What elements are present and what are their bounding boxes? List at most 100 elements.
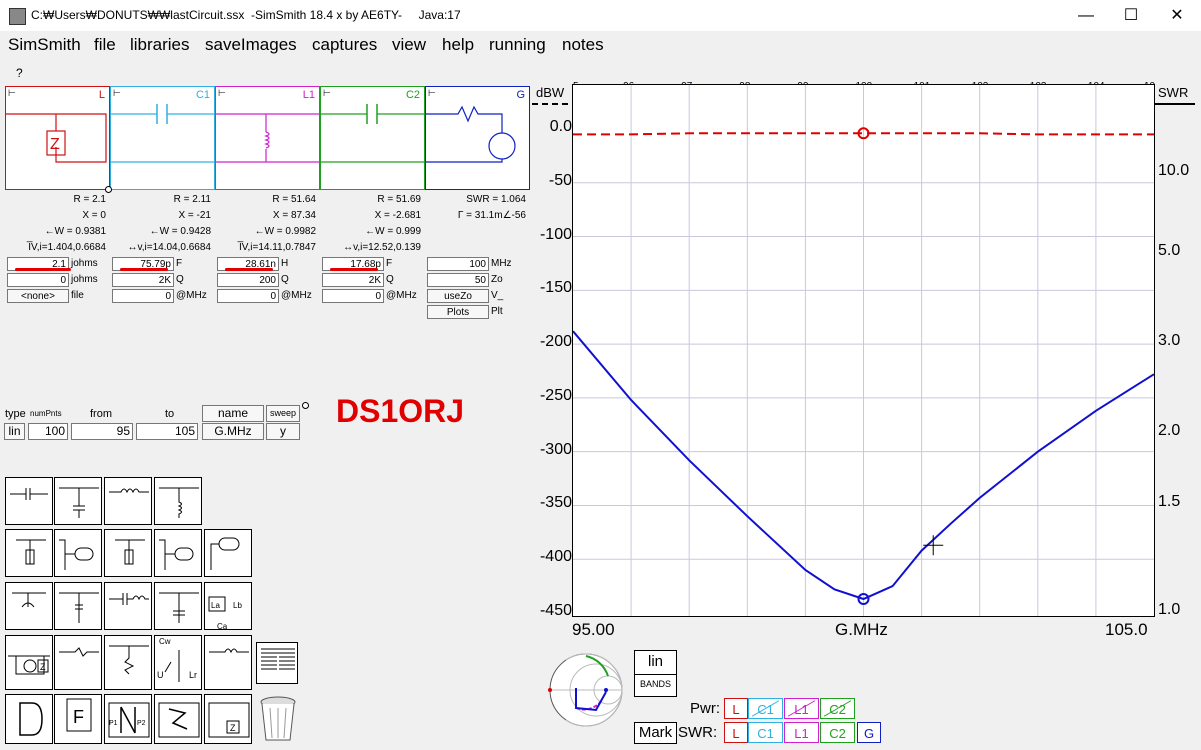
component-symbol-l1 (216, 113, 319, 163)
pwr-legend-label: Pwr: (690, 700, 720, 717)
close-button[interactable]: ✕ (1154, 0, 1200, 31)
input-in2-c1[interactable]: 2K (112, 273, 174, 287)
swr-toggle-c1[interactable]: C1 (748, 722, 783, 743)
maximize-button[interactable]: ☐ (1108, 0, 1154, 31)
input-in2-g[interactable]: 50 (427, 273, 489, 287)
menu-libraries[interactable]: libraries (130, 35, 190, 55)
menu-help[interactable]: help (442, 35, 474, 55)
svg-text:F: F (73, 707, 84, 727)
sweep-name-input[interactable]: G.MHz (202, 423, 264, 440)
palette-item-4-2[interactable]: P1 P2 (104, 694, 152, 744)
y-tick-6: -300 (539, 440, 572, 458)
menu-saveimages[interactable]: saveImages (205, 35, 297, 55)
svg-text:La: La (211, 601, 220, 610)
palette-item-2-3[interactable] (154, 582, 202, 630)
unit-u1-c2: F (386, 258, 393, 269)
sweep-sweep-input[interactable]: y (266, 423, 300, 440)
component-g[interactable] (425, 86, 530, 190)
pwr-toggle-l[interactable]: L (724, 698, 748, 719)
palette-item-3-1[interactable] (54, 635, 102, 690)
pin-arrow-icon[interactable]: ⊢ (8, 88, 16, 99)
palette-item-1-0[interactable] (5, 529, 53, 577)
notes-icon[interactable] (256, 642, 298, 684)
palette-item-4-4[interactable]: Z (204, 694, 252, 744)
component-c2[interactable] (320, 86, 425, 190)
swr-toggle-g[interactable]: G (857, 722, 881, 743)
help-question[interactable]: ? (16, 66, 23, 80)
readout-iv-l: I̅V,i=1.404,0.6684 (28, 242, 106, 253)
menu-captures[interactable]: captures (312, 35, 377, 55)
palette-item-3-3[interactable]: Cw U Lr (154, 635, 202, 690)
sweep-numpnts-input[interactable]: 100 (28, 423, 68, 440)
palette-item-4-3[interactable] (154, 694, 202, 744)
menu-file[interactable]: file (94, 35, 116, 55)
input-in2-l[interactable]: 0 (7, 273, 69, 287)
plot-area[interactable] (572, 84, 1156, 618)
pin-arrow-icon[interactable]: ⊢ (428, 88, 436, 99)
pin-arrow-icon[interactable]: ⊢ (218, 88, 226, 99)
input-in1-g[interactable]: 100 (427, 257, 489, 271)
palette-item-2-0[interactable] (5, 582, 53, 630)
unit-u1-l: johms (71, 258, 98, 269)
menu-view[interactable]: view (392, 35, 426, 55)
component-label-c2: C2 (405, 89, 420, 101)
sweep-numpnts-label: numPnts (30, 409, 62, 418)
input-in3-l[interactable]: <none> (7, 289, 69, 303)
minimize-button[interactable]: — (1063, 0, 1109, 31)
palette-item-0-3[interactable] (154, 477, 202, 525)
component-l[interactable]: Z (5, 86, 110, 190)
sweep-type-label: type (5, 408, 26, 420)
palette-item-1-1[interactable] (54, 529, 102, 577)
lin-bands-button[interactable]: lin BANDS (634, 650, 677, 697)
pin-arrow-icon[interactable]: ⊢ (113, 88, 121, 99)
menu-simsmith[interactable]: SimSmith (8, 35, 81, 55)
input-in2-l1[interactable]: 200 (217, 273, 279, 287)
unit-u3-c1: @MHz (176, 290, 207, 301)
sweep-from-input[interactable]: 95 (71, 423, 133, 440)
component-label-l1: L1 (302, 89, 315, 101)
component-l1[interactable] (215, 86, 320, 190)
y-tick-4: -200 (539, 333, 572, 351)
palette-item-3-0[interactable]: Z (5, 635, 53, 690)
sweep-to-input[interactable]: 105 (136, 423, 198, 440)
menu-running[interactable]: running (489, 35, 546, 55)
pin-arrow-icon[interactable]: ⊢ (323, 88, 331, 99)
input-in4-g[interactable]: Plots (427, 305, 489, 319)
input-in2-c2[interactable]: 2K (322, 273, 384, 287)
component-label-c1: C1 (195, 89, 210, 101)
readout-w-c2: ←W = 0.999 (365, 226, 421, 237)
y-tick-1: -50 (548, 171, 572, 189)
readout-x-l1: X = 87.34 (272, 210, 316, 221)
palette-item-1-3[interactable] (154, 529, 202, 577)
palette-item-4-1[interactable]: F (54, 694, 102, 744)
swr-toggle-l[interactable]: L (724, 722, 748, 743)
input-in3-g[interactable]: useZo (427, 289, 489, 303)
swr-toggle-l1[interactable]: L1 (784, 722, 819, 743)
component-c1[interactable] (110, 86, 215, 190)
palette-item-4-0[interactable] (5, 694, 53, 744)
input-in3-c1[interactable]: 0 (112, 289, 174, 303)
palette-item-1-4[interactable] (204, 529, 252, 577)
palette-item-2-4[interactable]: La Lb Ca (204, 582, 252, 631)
palette-item-0-0[interactable] (5, 477, 53, 525)
palette-item-3-4[interactable] (204, 635, 252, 690)
palette-item-2-2[interactable] (104, 582, 152, 630)
input-in3-c2[interactable]: 0 (322, 289, 384, 303)
palette-item-2-1[interactable] (54, 582, 102, 630)
trash-icon[interactable] (258, 694, 298, 744)
sweep-type-input[interactable]: lin (4, 423, 25, 440)
y-tick-8: -400 (539, 548, 572, 566)
palette-item-3-2[interactable] (104, 635, 152, 690)
app-icon (9, 8, 26, 25)
palette-item-0-1[interactable] (54, 477, 102, 525)
smith-chart-thumbnail[interactable] (536, 648, 626, 738)
input-in3-l1[interactable]: 0 (217, 289, 279, 303)
swr-toggle-c2[interactable]: C2 (820, 722, 855, 743)
menu-notes[interactable]: notes (562, 35, 604, 55)
readout-x-c2: X = -2.681 (374, 210, 421, 221)
unit-u3-g: V_ (491, 290, 504, 301)
palette-item-0-2[interactable] (104, 477, 152, 525)
mark-button[interactable]: Mark (634, 722, 677, 744)
palette-item-1-2[interactable] (104, 529, 152, 577)
sweep-dot (302, 402, 309, 409)
